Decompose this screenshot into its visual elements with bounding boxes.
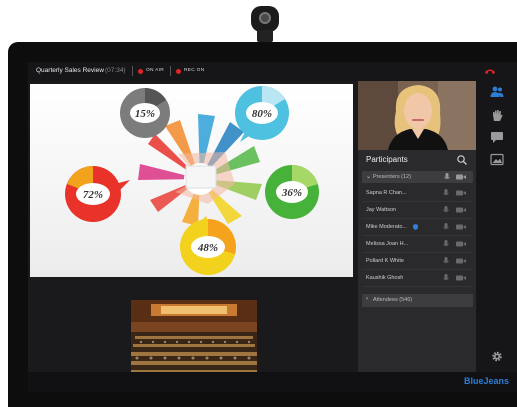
- presenters-label: Presenters (12): [373, 174, 411, 180]
- attendees-label: Attendees (546): [373, 297, 413, 303]
- on-air-indicator: [138, 69, 143, 74]
- main-stage: 15% 80% 72% 36% 48%: [28, 81, 358, 381]
- presenter-portrait: [358, 81, 476, 150]
- phone-hangup-icon[interactable]: [484, 66, 496, 76]
- right-toolbar: [476, 81, 517, 372]
- webcam: [251, 6, 279, 42]
- microphone-icon[interactable]: [443, 223, 449, 231]
- microphone-icon[interactable]: [443, 189, 449, 197]
- participant-name: Mike Moderato...: [366, 224, 407, 230]
- participant-name: Jay Wattson: [366, 207, 397, 213]
- participant-name: Kaushik Ghosh: [366, 275, 404, 281]
- donut-72-percent: 72%: [65, 166, 130, 222]
- camera-icon[interactable]: [456, 258, 466, 264]
- microphone-icon[interactable]: [443, 257, 449, 265]
- gear-icon[interactable]: [490, 350, 504, 363]
- value-label: 80%: [252, 108, 272, 120]
- conference-hall-image: [131, 300, 257, 381]
- meeting-duration: (07:34): [105, 67, 126, 74]
- meeting-top-bar: Quarterly Sales Review (07:34) ON AIR RE…: [28, 62, 517, 82]
- attendees-section-header[interactable]: › Attendees (546): [362, 294, 473, 307]
- value-label: 15%: [135, 108, 155, 120]
- bluejeans-logo: BlueJeans: [463, 376, 509, 386]
- microphone-icon[interactable]: [443, 206, 449, 214]
- meeting-window: Quarterly Sales Review (07:34) ON AIR RE…: [28, 62, 517, 392]
- microphone-icon[interactable]: [443, 274, 449, 282]
- recording-label: REC ON: [184, 68, 205, 73]
- participants-panel: Participants ⌄ Presenters (12) Sapna R C…: [358, 150, 476, 372]
- chat-icon[interactable]: [490, 131, 504, 144]
- monitor-bezel: Quarterly Sales Review (07:34) ON AIR RE…: [8, 42, 517, 407]
- participant-row[interactable]: Mike Moderato...: [362, 219, 473, 236]
- donut-36-percent: 36%: [265, 164, 319, 219]
- participants-title: Participants: [366, 155, 408, 164]
- donut-48-percent: 48%: [180, 216, 236, 275]
- participant-name: Sapna R Chan...: [366, 190, 407, 196]
- camera-icon[interactable]: [456, 224, 466, 230]
- on-air-label: ON AIR: [146, 68, 165, 73]
- participant-row[interactable]: Pollard K White: [362, 253, 473, 270]
- participant-row[interactable]: Jay Wattson: [362, 202, 473, 219]
- donut-15-percent: 15%: [120, 88, 170, 138]
- slide-infographic: 15% 80% 72% 36% 48%: [65, 86, 319, 275]
- image-share-icon[interactable]: [490, 153, 504, 166]
- camera-icon[interactable]: [456, 241, 466, 247]
- camera-icon[interactable]: [456, 275, 466, 281]
- hand-icon[interactable]: [490, 109, 504, 122]
- participants-icon[interactable]: [490, 85, 504, 98]
- participant-row[interactable]: Melissa Joan H...: [362, 236, 473, 253]
- participant-name: Melissa Joan H...: [366, 241, 409, 247]
- chevron-down-icon: ⌄: [366, 174, 372, 180]
- presenters-section-header[interactable]: ⌄ Presenters (12): [362, 171, 473, 183]
- shared-content-slide: 15% 80% 72% 36% 48%: [30, 84, 353, 277]
- recording-indicator: [176, 69, 181, 74]
- self-view-video[interactable]: [358, 81, 476, 150]
- remote-venue-video[interactable]: [131, 300, 257, 381]
- moderator-badge-icon: [413, 224, 418, 230]
- bottom-bar: BlueJeans: [28, 372, 517, 392]
- camera-icon[interactable]: [456, 190, 466, 196]
- webcam-lens: [259, 12, 271, 24]
- participant-name: Pollard K White: [366, 258, 404, 264]
- search-icon[interactable]: [456, 154, 468, 166]
- value-label: 36%: [281, 187, 302, 199]
- value-label: 72%: [83, 189, 103, 201]
- participant-row[interactable]: Kaushik Ghosh: [362, 270, 473, 287]
- divider: [132, 66, 133, 76]
- divider: [170, 66, 171, 76]
- participant-row[interactable]: Sapna R Chan...: [362, 185, 473, 202]
- microphone-icon[interactable]: [443, 240, 449, 248]
- camera-icon[interactable]: [456, 174, 466, 180]
- webcam-clip: [257, 30, 273, 42]
- value-label: 48%: [197, 242, 218, 254]
- meeting-title: Quarterly Sales Review: [36, 67, 104, 74]
- microphone-icon[interactable]: [444, 173, 450, 181]
- camera-icon[interactable]: [456, 207, 466, 213]
- chevron-right-icon: ›: [366, 296, 368, 302]
- donut-80-percent: 80%: [235, 86, 289, 142]
